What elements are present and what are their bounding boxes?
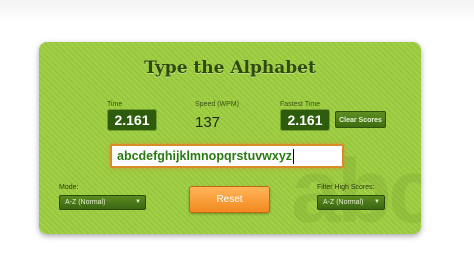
page: abc Type the Alphabet Time 2.161 Speed (… [0,0,474,266]
fastest-time-value: 2.161 [280,109,330,131]
game-card: abc Type the Alphabet Time 2.161 Speed (… [39,42,421,234]
time-value: 2.161 [107,109,157,131]
speed-label: Speed (WPM) [195,101,239,108]
typed-text: abcdefghijklmnopqrstuvwxyz [117,149,293,163]
mode-label: Mode: [59,184,79,191]
filter-high-scores-select[interactable]: A-Z (Normal) ▼ [317,195,385,210]
filter-high-scores-label: Filter High Scores: [317,184,375,191]
filter-selected-value: A-Z (Normal) [323,199,364,206]
caret-down-icon: ▼ [374,199,380,205]
clear-scores-button[interactable]: Clear Scores [335,111,386,128]
mode-select[interactable]: A-Z (Normal) ▼ [59,195,146,210]
alphabet-typing-input[interactable]: abcdefghijklmnopqrstuvwxyz [110,144,344,168]
text-caret [293,148,295,164]
caret-down-icon: ▼ [135,199,141,205]
time-label: Time [107,101,123,108]
reset-button[interactable]: Reset [189,186,270,213]
fastest-time-label: Fastest Time [280,101,321,108]
page-title: Type the Alphabet [144,58,316,78]
mode-selected-value: A-Z (Normal) [65,199,106,206]
browser-top-strip [0,0,474,22]
speed-value: 137 [195,114,221,131]
